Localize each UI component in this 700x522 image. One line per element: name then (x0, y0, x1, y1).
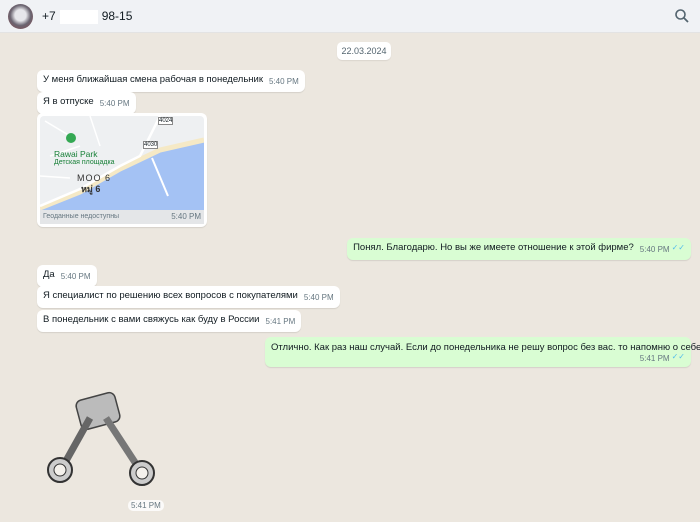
message-incoming[interactable]: Я в отпуске 5:40 PM (37, 92, 136, 114)
area-label-thai: หมู่ 6 (81, 184, 101, 194)
sticker-time: 5:41 PM (128, 500, 164, 511)
redacted-block (59, 9, 98, 24)
search-icon[interactable] (674, 8, 690, 24)
read-receipt-icon: ✓✓ (671, 243, 685, 252)
piston-sticker[interactable] (40, 388, 165, 500)
read-receipt-icon: ✓✓ (671, 352, 685, 361)
message-incoming[interactable]: У меня ближайшая смена рабочая в понедел… (37, 70, 305, 92)
message-incoming[interactable]: Да 5:40 PM (37, 265, 97, 287)
date-chip: 22.03.2024 (337, 42, 391, 60)
chat-header: +7 98-15 (0, 0, 700, 33)
avatar[interactable] (8, 4, 33, 29)
message-outgoing[interactable]: Понял. Благодарю. Но вы же имеете отноше… (347, 238, 691, 260)
message-incoming[interactable]: В понедельник с вами свяжусь как буду в … (37, 310, 302, 332)
message-time: 5:40 PM (639, 245, 670, 254)
place-sublabel: Детская площадка (54, 159, 115, 166)
contact-title[interactable]: +7 98-15 (42, 9, 132, 24)
location-message[interactable]: 4024 4030 Rawai Park Детская площадка MO… (37, 113, 207, 227)
road-label: 4030 (143, 141, 159, 149)
map-preview[interactable]: 4024 4030 Rawai Park Детская площадка MO… (40, 116, 204, 210)
place-label: Rawai Park (54, 149, 98, 159)
road-label: 4024 (158, 117, 174, 125)
message-outgoing[interactable]: Отлично. Как раз наш случай. Если до пон… (265, 337, 700, 367)
message-incoming[interactable]: Я специалист по решению всех вопросов с … (37, 286, 340, 308)
